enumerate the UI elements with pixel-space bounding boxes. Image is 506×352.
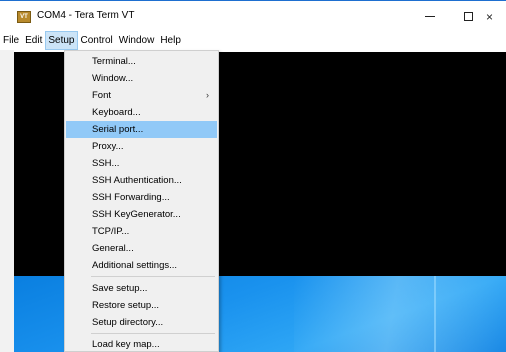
tera-term-window: VT COM4 - Tera Term VT × File Edit Setup… <box>0 0 506 352</box>
menu-item-restore-setup[interactable]: Restore setup... <box>66 297 217 314</box>
menu-item-terminal[interactable]: Terminal... <box>66 53 217 70</box>
window-title: COM4 - Tera Term VT <box>37 10 135 21</box>
maximize-icon <box>463 12 473 21</box>
menu-item-serial-port[interactable]: Serial port... <box>66 121 217 138</box>
menu-window[interactable]: Window <box>116 31 158 50</box>
desktop-light-beam <box>294 276 506 352</box>
menu-item-keyboard[interactable]: Keyboard... <box>66 104 217 121</box>
maximize-button[interactable] <box>448 1 488 32</box>
menu-separator <box>91 276 215 277</box>
desktop-light-line <box>434 276 436 352</box>
menu-file[interactable]: File <box>0 31 22 50</box>
title-bar[interactable]: VT COM4 - Tera Term VT × <box>0 0 506 31</box>
menu-setup[interactable]: Setup <box>45 31 78 50</box>
menu-item-load-key-map[interactable]: Load key map... <box>66 336 217 352</box>
menu-item-setup-directory[interactable]: Setup directory... <box>66 314 217 331</box>
menu-separator <box>91 333 215 334</box>
menu-item-save-setup[interactable]: Save setup... <box>66 280 217 297</box>
menu-item-additional-settings[interactable]: Additional settings... <box>66 257 217 274</box>
menu-item-window[interactable]: Window... <box>66 70 217 87</box>
menu-item-ssh-keygenerator[interactable]: SSH KeyGenerator... <box>66 206 217 223</box>
menu-item-ssh-forwarding[interactable]: SSH Forwarding... <box>66 189 217 206</box>
menu-bar: File Edit Setup Control Window Help <box>0 31 506 50</box>
setup-dropdown-menu: Terminal... Window... Font › Keyboard...… <box>64 50 219 352</box>
menu-control[interactable]: Control <box>78 31 116 50</box>
chevron-right-icon: › <box>206 90 209 100</box>
menu-item-font[interactable]: Font › <box>66 87 217 104</box>
menu-item-tcpip[interactable]: TCP/IP... <box>66 223 217 240</box>
tera-term-app-icon[interactable]: VT <box>17 11 31 23</box>
menu-edit[interactable]: Edit <box>22 31 45 50</box>
menu-item-font-label: Font <box>92 90 112 101</box>
minimize-button[interactable] <box>410 1 450 32</box>
menu-item-general[interactable]: General... <box>66 240 217 257</box>
close-icon: × <box>486 9 494 24</box>
minimize-icon <box>425 16 435 17</box>
close-button[interactable]: × <box>486 1 506 32</box>
menu-help[interactable]: Help <box>157 31 184 50</box>
menu-item-ssh[interactable]: SSH... <box>66 155 217 172</box>
menu-item-ssh-authentication[interactable]: SSH Authentication... <box>66 172 217 189</box>
window-left-border <box>0 50 14 352</box>
menu-item-proxy[interactable]: Proxy... <box>66 138 217 155</box>
